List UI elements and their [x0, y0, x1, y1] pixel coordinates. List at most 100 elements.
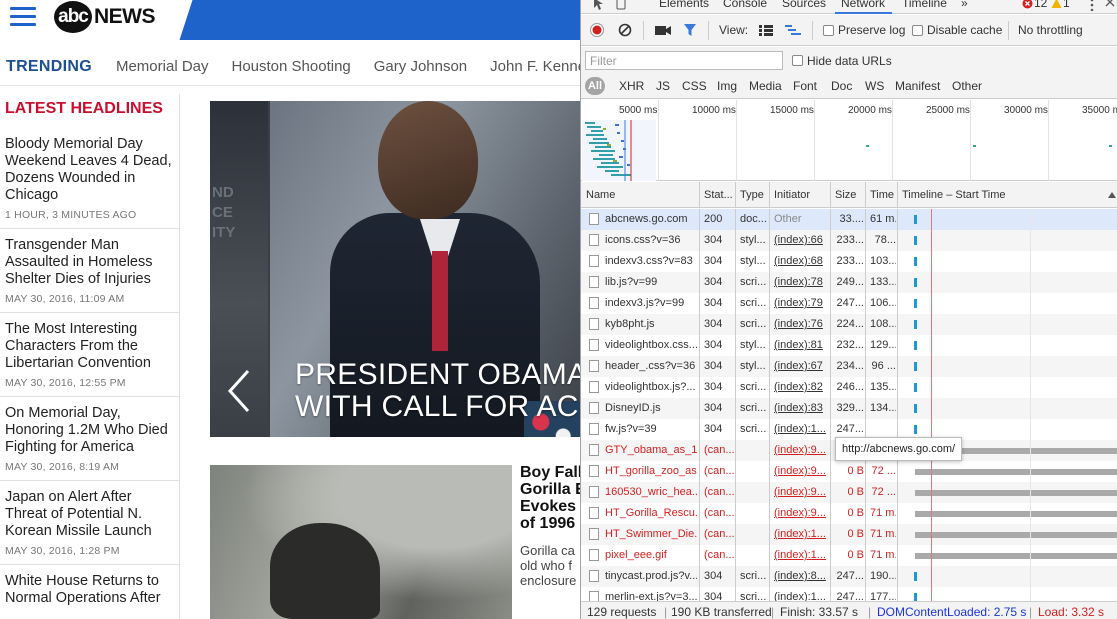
request-initiator[interactable]: (index):67: [774, 360, 828, 372]
request-initiator[interactable]: (index):79: [774, 297, 828, 309]
headline-item[interactable]: Transgender Man Assaulted in Homeless Sh…: [0, 229, 179, 313]
column-name[interactable]: Name: [586, 189, 615, 201]
request-row[interactable]: merlin-ext.js?v=3... 304 scri... (index):1.…: [581, 587, 1117, 601]
screenshot-camera-icon[interactable]: [655, 24, 671, 36]
type-filter-font[interactable]: Font: [793, 79, 817, 93]
headline-title[interactable]: White House Returns to Normal Operations…: [5, 573, 173, 607]
warning-icon[interactable]: [1051, 0, 1062, 9]
headline-title[interactable]: Japan on Alert After Threat of Potential…: [5, 489, 173, 540]
hero-carousel[interactable]: ND CE ITY PRESIDENT OBAMA WITH CALL FOR …: [210, 101, 580, 437]
waterfall-bar[interactable]: [915, 490, 1117, 496]
request-initiator[interactable]: (index):9...: [774, 465, 828, 477]
request-initiator[interactable]: Other: [774, 213, 828, 225]
request-row[interactable]: pixel_eee.gif (can... (index):1... 0 B 71 m.…: [581, 545, 1117, 566]
request-initiator[interactable]: (index):9...: [774, 444, 828, 456]
overview-waterfall-icon[interactable]: [785, 25, 801, 36]
headline-item[interactable]: Bloody Memorial Day Weekend Leaves 4 Dea…: [0, 128, 179, 229]
request-row[interactable]: header_.css?v=36 304 styl... (index):67 234.…: [581, 356, 1117, 377]
inspect-element-icon[interactable]: [593, 0, 605, 11]
request-initiator[interactable]: (index):1...: [774, 591, 828, 601]
request-initiator[interactable]: (index):66: [774, 234, 828, 246]
device-mode-icon[interactable]: [615, 0, 627, 11]
waterfall-bar[interactable]: [914, 572, 917, 581]
type-filter-media[interactable]: Media: [749, 79, 782, 93]
trending-link[interactable]: Gary Johnson: [374, 58, 467, 75]
waterfall-bar[interactable]: [914, 320, 917, 329]
disable-cache-label[interactable]: Disable cache: [927, 23, 1002, 37]
request-row[interactable]: HT_Gorilla_Rescu... (can... (index):9... 0 …: [581, 503, 1117, 524]
preserve-log-checkbox[interactable]: [823, 25, 834, 36]
more-tabs-button[interactable]: »: [961, 0, 968, 10]
request-initiator[interactable]: (index):1...: [774, 423, 828, 435]
request-row[interactable]: tinycast.prod.js?v... 304 scri... (index):8…: [581, 566, 1117, 587]
headline-item[interactable]: White House Returns to Normal Operations…: [0, 565, 179, 607]
waterfall-bar[interactable]: [914, 341, 917, 350]
headline-title[interactable]: Transgender Man Assaulted in Homeless Sh…: [5, 237, 173, 288]
waterfall-bar[interactable]: [915, 553, 1117, 559]
tab-timeline[interactable]: Timeline: [902, 0, 947, 10]
story-card[interactable]: Boy Fall Gorilla E Evokes of 1996 Gorill…: [210, 464, 580, 619]
waterfall-bar[interactable]: [914, 383, 917, 392]
close-devtools-icon[interactable]: [1105, 0, 1115, 9]
waterfall-bar[interactable]: [914, 278, 917, 287]
waterfall-bar[interactable]: [914, 236, 917, 245]
story-title[interactable]: Boy Fall Gorilla E Evokes of 1996: [520, 464, 580, 532]
waterfall-bar[interactable]: [915, 532, 1117, 538]
headline-title[interactable]: The Most Interesting Characters From the…: [5, 321, 173, 372]
warning-count[interactable]: 1: [1063, 0, 1070, 10]
request-row[interactable]: HT_gorilla_zoo_as... (can... (index):9... 0…: [581, 461, 1117, 482]
filter-funnel-icon[interactable]: [683, 23, 697, 37]
column-time[interactable]: Time: [870, 189, 894, 201]
kebab-menu-icon[interactable]: [1090, 0, 1094, 11]
waterfall-bar[interactable]: [914, 362, 917, 371]
disable-cache-checkbox[interactable]: [912, 25, 923, 36]
type-filter-manifest[interactable]: Manifest: [895, 79, 940, 93]
error-icon[interactable]: [1022, 0, 1033, 9]
type-filter-doc[interactable]: Doc: [831, 79, 852, 93]
hide-data-urls-checkbox[interactable]: [792, 55, 803, 66]
request-row[interactable]: lib.js?v=99 304 scri... (index):78 249... 133…: [581, 272, 1117, 293]
tab-sources[interactable]: Sources: [782, 0, 826, 10]
headline-item[interactable]: The Most Interesting Characters From the…: [0, 313, 179, 397]
preserve-log-label[interactable]: Preserve log: [838, 23, 905, 37]
request-initiator[interactable]: (index):9...: [774, 486, 828, 498]
network-overview[interactable]: 5000 ms 10000 ms 15000 ms 20000 ms 25000…: [581, 100, 1117, 181]
trending-link[interactable]: Houston Shooting: [232, 58, 351, 75]
type-filter-ws[interactable]: WS: [865, 79, 884, 93]
column-initiator[interactable]: Initiator: [774, 189, 810, 201]
type-filter-js[interactable]: JS: [656, 79, 670, 93]
request-row[interactable]: 160530_wric_hea... (can... (index):9... 0 B…: [581, 482, 1117, 503]
trending-link[interactable]: John F. Kennedy: [490, 58, 580, 75]
type-filter-xhr[interactable]: XHR: [619, 79, 644, 93]
column-timeline[interactable]: Timeline – Start Time: [902, 189, 1006, 201]
error-count[interactable]: 12: [1034, 0, 1047, 10]
hide-data-urls-label[interactable]: Hide data URLs: [807, 54, 892, 68]
waterfall-bar[interactable]: [914, 593, 917, 601]
request-row[interactable]: abcnews.go.com 200 doc... Other 33.... 61 m..…: [581, 209, 1117, 230]
column-type[interactable]: Type: [740, 189, 764, 201]
filter-input[interactable]: [585, 51, 783, 70]
request-row[interactable]: kyb8pht.js 304 scri... (index):76 224... 108.…: [581, 314, 1117, 335]
waterfall-bar[interactable]: [915, 469, 1117, 475]
request-row[interactable]: icons.css?v=36 304 styl... (index):66 233...…: [581, 230, 1117, 251]
headline-title[interactable]: Bloody Memorial Day Weekend Leaves 4 Dea…: [5, 136, 173, 204]
request-initiator[interactable]: (index):1...: [774, 528, 828, 540]
throttling-select[interactable]: No throttling: [1018, 23, 1083, 37]
headline-title[interactable]: On Memorial Day, Honoring 1.2M Who Died …: [5, 405, 173, 456]
hamburger-menu-icon[interactable]: [10, 7, 36, 27]
request-initiator[interactable]: (index):83: [774, 402, 828, 414]
request-row[interactable]: indexv3.css?v=83 304 styl... (index):68 233.…: [581, 251, 1117, 272]
request-initiator[interactable]: (index):8...: [774, 570, 828, 582]
waterfall-bar[interactable]: [914, 425, 917, 434]
carousel-prev-arrow-icon[interactable]: [226, 369, 252, 413]
request-row[interactable]: indexv3.js?v=99 304 scri... (index):79 247..…: [581, 293, 1117, 314]
waterfall-bar[interactable]: [915, 511, 1117, 517]
waterfall-bar[interactable]: [914, 299, 917, 308]
request-initiator[interactable]: (index):82: [774, 381, 828, 393]
request-initiator[interactable]: (index):9...: [774, 507, 828, 519]
column-size[interactable]: Size: [835, 189, 856, 201]
waterfall-bar[interactable]: [914, 257, 917, 266]
large-rows-icon[interactable]: [759, 25, 773, 36]
type-filter-css[interactable]: CSS: [682, 79, 707, 93]
waterfall-bar[interactable]: [914, 404, 917, 413]
